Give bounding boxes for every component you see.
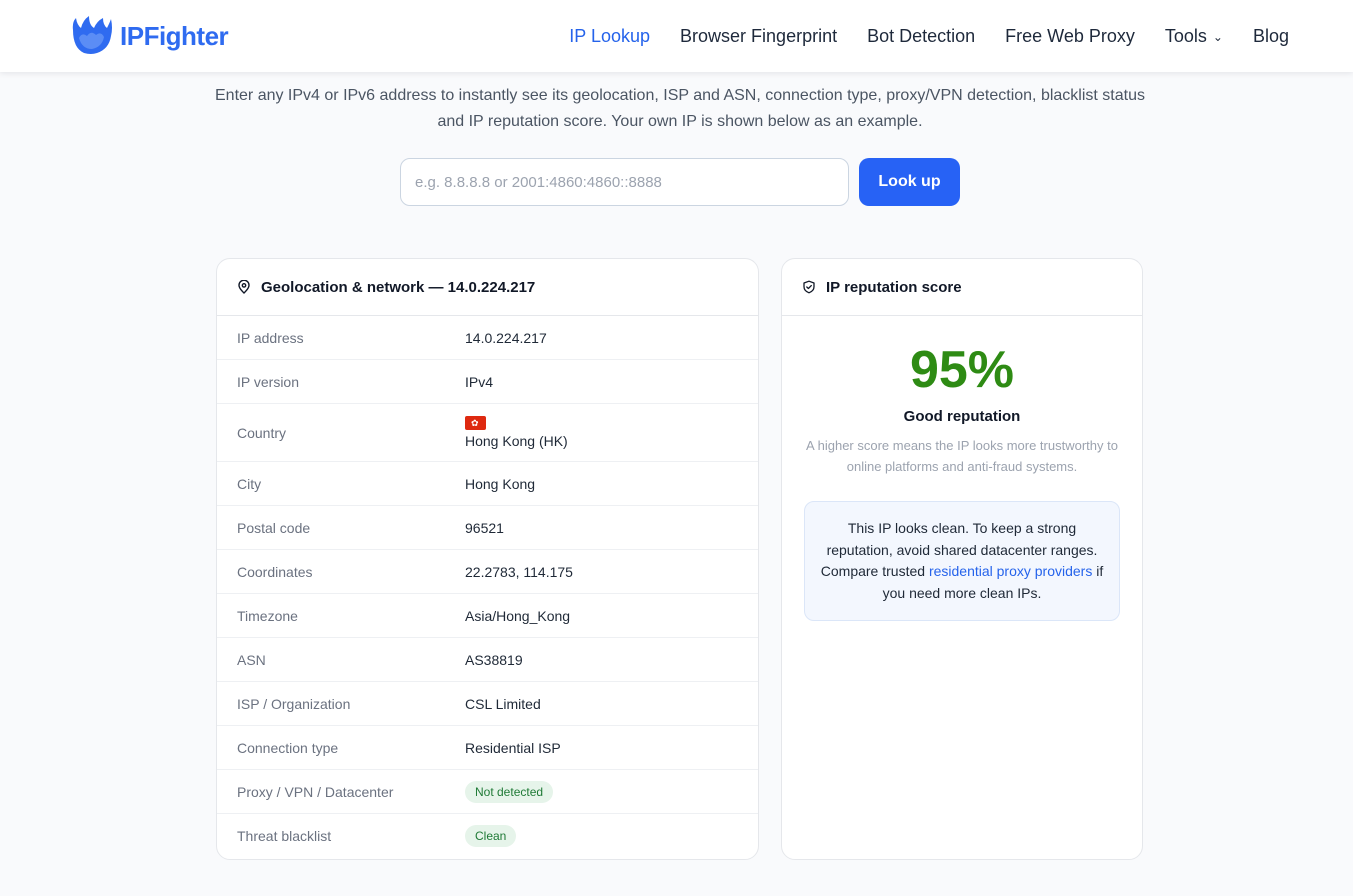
row-value: 96521 bbox=[465, 519, 504, 536]
table-row: Postal code 96521 bbox=[217, 506, 758, 550]
table-row: Country Hong Kong (HK) bbox=[217, 404, 758, 462]
nav-blog[interactable]: Blog bbox=[1253, 26, 1289, 47]
flame-logo-icon bbox=[72, 16, 112, 54]
table-row: City Hong Kong bbox=[217, 462, 758, 506]
geolocation-card-header: Geolocation & network — 14.0.224.217 bbox=[217, 259, 758, 316]
row-label: Threat blacklist bbox=[237, 828, 332, 844]
main-menu: IP Lookup Browser Fingerprint Bot Detect… bbox=[569, 0, 1289, 72]
row-value: CSL Limited bbox=[465, 695, 541, 712]
ip-search-input[interactable] bbox=[400, 158, 849, 206]
table-row: IP address 14.0.224.217 bbox=[217, 316, 758, 360]
row-label: ASN bbox=[237, 651, 266, 668]
country-value: Hong Kong (HK) bbox=[465, 416, 568, 449]
geolocation-table: IP address 14.0.224.217 IP version IPv4 Co… bbox=[217, 316, 758, 858]
map-pin-icon bbox=[238, 280, 250, 294]
brand-logo[interactable]: IPFighter bbox=[70, 16, 229, 56]
row-label: ISP / Organization bbox=[237, 695, 351, 712]
nav-browser-fingerprint[interactable]: Browser Fingerprint bbox=[680, 26, 837, 47]
geolocation-card: Geolocation & network — 14.0.224.217 IP … bbox=[216, 258, 759, 860]
row-value: Hong Kong bbox=[465, 475, 536, 492]
table-row: Coordinates 22.2783, 114.175 bbox=[217, 550, 758, 594]
row-value: Hong Kong (HK) bbox=[465, 433, 568, 449]
hero-subtitle: Enter any IPv4 or IPv6 address to instan… bbox=[215, 87, 1145, 130]
nav-free-web-proxy[interactable]: Free Web Proxy bbox=[1005, 26, 1135, 47]
row-value: Residential ISP bbox=[465, 739, 561, 756]
row-value: 14.0.224.217 bbox=[465, 329, 547, 346]
nav-bot-detection[interactable]: Bot Detection bbox=[867, 26, 975, 47]
row-label: Connection type bbox=[237, 739, 339, 756]
row-value: Asia/Hong_Kong bbox=[465, 607, 571, 624]
row-label: City bbox=[237, 475, 262, 492]
brand-name: IPFighter bbox=[120, 20, 229, 51]
row-label: Proxy / VPN / Datacenter bbox=[237, 783, 394, 800]
row-label: IP address bbox=[237, 329, 304, 346]
nav-tools-dropdown[interactable]: Tools ⌄ bbox=[1165, 26, 1223, 47]
table-row: Threat blacklist Clean bbox=[217, 814, 758, 858]
row-label: IP version bbox=[237, 373, 299, 390]
reputation-card-title: IP reputation score bbox=[826, 278, 962, 296]
reputation-card: IP reputation score 95% Good reputation … bbox=[781, 258, 1143, 860]
row-value: AS38819 bbox=[465, 651, 523, 668]
row-label: Timezone bbox=[237, 607, 298, 624]
reputation-card-header: IP reputation score bbox=[782, 259, 1142, 316]
table-row: IP version IPv4 bbox=[217, 360, 758, 404]
shield-check-icon bbox=[803, 280, 815, 294]
table-row: Proxy / VPN / Datacenter Not detected bbox=[217, 770, 758, 814]
residential-proxy-providers-link[interactable]: residential proxy providers bbox=[929, 563, 1092, 579]
row-value: 22.2783, 114.175 bbox=[465, 563, 573, 580]
status-badge: Clean bbox=[465, 825, 517, 847]
geolocation-card-title: Geolocation & network — 14.0.224.217 bbox=[261, 278, 536, 296]
reputation-description: A higher score means the IP looks more t… bbox=[806, 438, 1118, 474]
nav-ip-lookup[interactable]: IP Lookup bbox=[569, 26, 650, 47]
top-nav: IPFighter IP Lookup Browser Fingerprint … bbox=[0, 0, 1353, 72]
row-label: Coordinates bbox=[237, 563, 313, 580]
table-row: ASN AS38819 bbox=[217, 638, 758, 682]
table-row: ISP / Organization CSL Limited bbox=[217, 682, 758, 726]
reputation-info-box: This IP looks clean. To keep a strong re… bbox=[804, 501, 1120, 621]
reputation-score: 95% bbox=[909, 341, 1015, 399]
table-row: Connection type Residential ISP bbox=[217, 726, 758, 770]
row-label: Postal code bbox=[237, 519, 311, 536]
row-label: Country bbox=[237, 424, 287, 441]
search-form: Look up bbox=[400, 158, 960, 206]
nav-tools-label: Tools bbox=[1164, 25, 1207, 46]
row-value: IPv4 bbox=[465, 373, 494, 390]
lookup-button[interactable]: Look up bbox=[859, 158, 960, 206]
hk-flag-icon bbox=[465, 416, 486, 430]
chevron-down-icon: ⌄ bbox=[1212, 29, 1223, 44]
reputation-label: Good reputation bbox=[903, 408, 1021, 425]
status-badge: Not detected bbox=[465, 780, 554, 803]
table-row: Timezone Asia/Hong_Kong bbox=[217, 594, 758, 638]
